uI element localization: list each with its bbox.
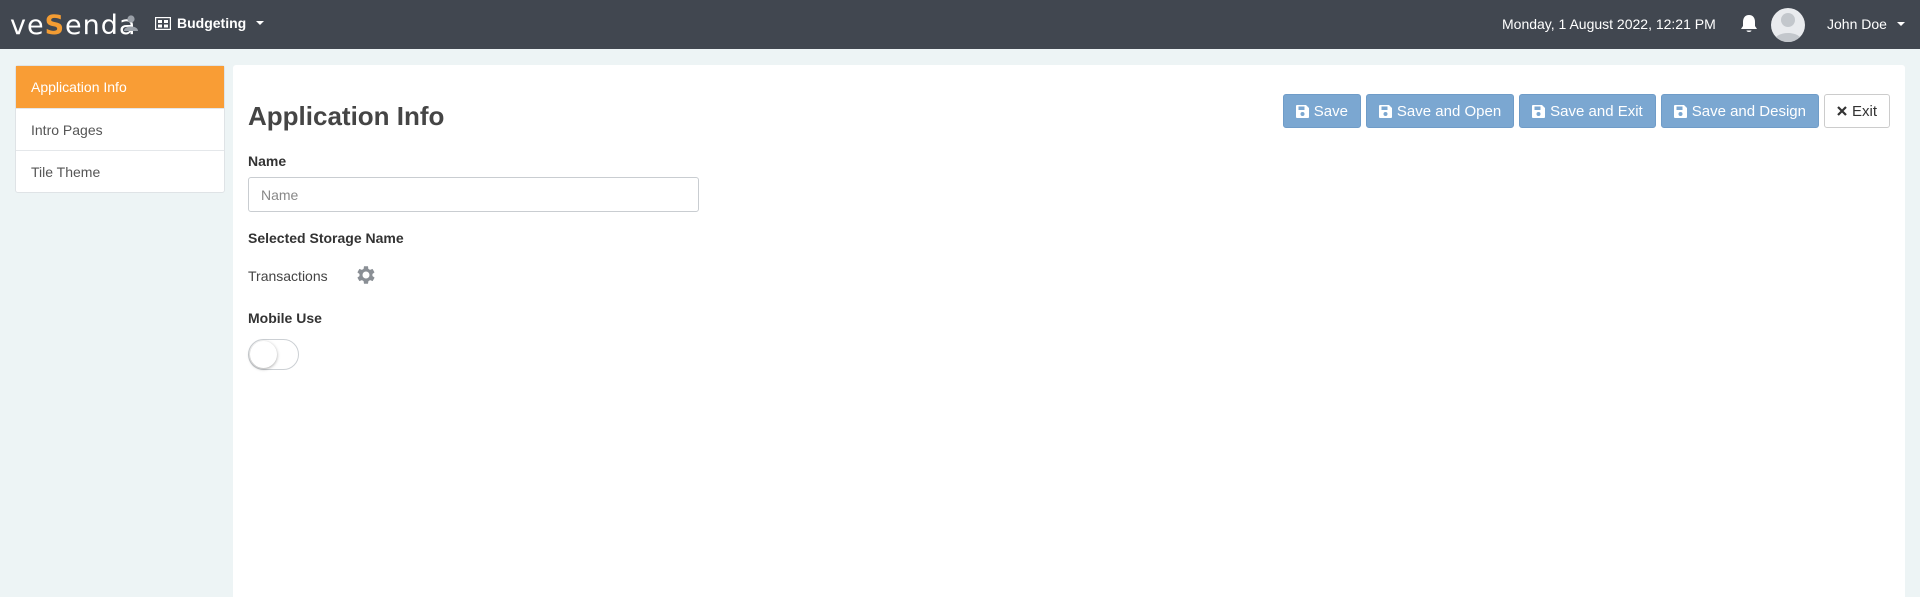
sidebar-item-intro-pages[interactable]: Intro Pages: [16, 108, 224, 150]
avatar[interactable]: [1771, 8, 1805, 42]
top-navbar: ve Senda Budgeting Monday, 1 August 2022,…: [0, 0, 1920, 49]
exit-button[interactable]: Exit: [1823, 94, 1890, 128]
toggle-knob: [250, 341, 277, 368]
floppy-icon: [1295, 104, 1309, 118]
close-icon: [1837, 106, 1847, 116]
save-and-open-button[interactable]: Save and Open: [1365, 94, 1515, 128]
main-panel: Application Info Save Save and Open Save…: [233, 65, 1905, 597]
sidebar: Application Info Intro Pages Tile Theme: [15, 65, 225, 193]
bell-icon[interactable]: [1740, 14, 1758, 34]
chevron-down-icon: [256, 21, 265, 25]
app-switcher[interactable]: Budgeting: [155, 15, 265, 31]
mobile-use-label: Mobile Use: [248, 310, 322, 326]
avatar-icon: [1774, 13, 1802, 42]
action-toolbar: Save Save and Open Save and Exit Save an…: [1282, 94, 1890, 128]
mobile-use-toggle[interactable]: [248, 339, 299, 370]
sidebar-item-application-info[interactable]: Application Info: [16, 66, 224, 108]
floppy-icon: [1378, 104, 1392, 118]
name-label: Name: [248, 153, 287, 169]
save-and-exit-button[interactable]: Save and Exit: [1519, 94, 1656, 128]
sidebar-item-tile-theme[interactable]: Tile Theme: [16, 150, 224, 192]
storage-name-label: Selected Storage Name: [248, 230, 404, 246]
save-button-label: Save: [1313, 102, 1348, 120]
save-and-exit-label: Save and Exit: [1550, 102, 1643, 120]
logo[interactable]: ve Senda: [10, 9, 136, 41]
save-button[interactable]: Save: [1282, 94, 1361, 128]
floppy-icon: [1673, 104, 1687, 118]
name-input[interactable]: [248, 177, 699, 212]
user-menu[interactable]: John Doe: [1827, 16, 1905, 32]
app-name: Budgeting: [177, 15, 247, 31]
floppy-icon: [1532, 104, 1546, 118]
save-and-open-label: Save and Open: [1396, 102, 1502, 120]
user-icon[interactable]: [124, 15, 138, 31]
user-name: John Doe: [1827, 16, 1887, 32]
storage-name-value: Transactions: [248, 268, 328, 284]
exit-button-label: Exit: [1851, 102, 1877, 120]
save-and-design-label: Save and Design: [1691, 102, 1806, 120]
datetime: Monday, 1 August 2022, 12:21 PM: [1502, 16, 1716, 32]
gear-icon[interactable]: [354, 263, 378, 287]
save-and-design-button[interactable]: Save and Design: [1660, 94, 1819, 128]
apps-icon: [155, 16, 171, 30]
chevron-down-icon: [1896, 22, 1905, 26]
logo-highlight: S: [44, 9, 66, 41]
logo-prefix: ve: [10, 9, 45, 41]
page-title: Application Info: [248, 101, 445, 131]
